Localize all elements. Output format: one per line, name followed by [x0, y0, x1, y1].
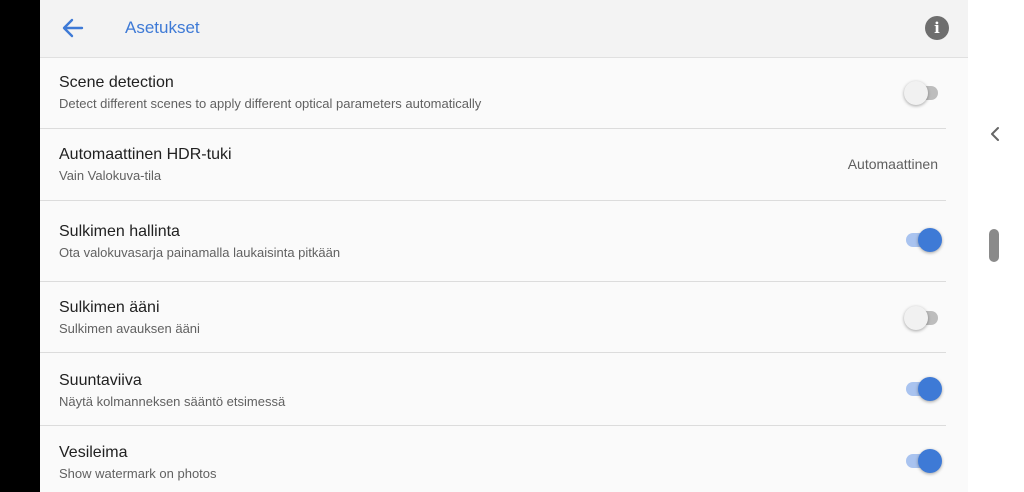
shutter-control-toggle[interactable] [904, 227, 944, 253]
setting-subtitle: Vain Valokuva-tila [59, 168, 162, 183]
setting-subtitle: Show watermark on photos [59, 466, 217, 481]
setting-title: Vesileima [59, 444, 128, 461]
setting-title: Automaattinen HDR-tuki [59, 146, 232, 163]
chevron-left-icon[interactable] [987, 122, 1003, 146]
scroll-handle[interactable] [989, 229, 999, 262]
setting-subtitle: Sulkimen avauksen ääni [59, 321, 200, 336]
grid-lines-toggle[interactable] [904, 376, 944, 402]
toggle-thumb [918, 449, 942, 473]
hdr-value: Automaattinen [847, 156, 938, 172]
setting-row-scene-detection[interactable]: Scene detection Detect different scenes … [40, 58, 946, 129]
setting-subtitle: Näytä kolmanneksen sääntö etsimessä [59, 394, 286, 409]
arrow-back-icon[interactable] [60, 15, 86, 41]
toggle-thumb [904, 81, 928, 105]
scene-detection-toggle[interactable] [904, 80, 944, 106]
info-icon[interactable]: i [925, 16, 949, 40]
toggle-thumb [904, 306, 928, 330]
setting-row-shutter-sound[interactable]: Sulkimen ääni Sulkimen avauksen ääni [40, 282, 946, 353]
setting-row-watermark[interactable]: Vesileima Show watermark on photos [40, 426, 946, 492]
side-panel [968, 0, 1024, 492]
shutter-sound-toggle[interactable] [904, 305, 944, 331]
setting-subtitle: Ota valokuvasarja painamalla laukaisinta… [59, 245, 341, 260]
toggle-thumb [918, 228, 942, 252]
setting-row-shutter-control[interactable]: Sulkimen hallinta Ota valokuvasarja pain… [40, 201, 946, 282]
setting-title: Suuntaviiva [59, 372, 142, 389]
setting-title: Sulkimen ääni [59, 299, 160, 316]
toggle-thumb [918, 377, 942, 401]
setting-title: Sulkimen hallinta [59, 223, 180, 240]
page-title: Asetukset [125, 18, 200, 37]
watermark-toggle[interactable] [904, 448, 944, 474]
setting-subtitle: Detect different scenes to apply differe… [59, 96, 482, 111]
settings-screen: Asetukset i Scene detection Detect diffe… [40, 0, 968, 492]
setting-row-grid-lines[interactable]: Suuntaviiva Näytä kolmanneksen sääntö et… [40, 353, 946, 426]
setting-row-hdr[interactable]: Automaattinen HDR-tuki Vain Valokuva-til… [40, 129, 946, 201]
app-bar: Asetukset i [40, 0, 968, 58]
setting-title: Scene detection [59, 74, 174, 91]
